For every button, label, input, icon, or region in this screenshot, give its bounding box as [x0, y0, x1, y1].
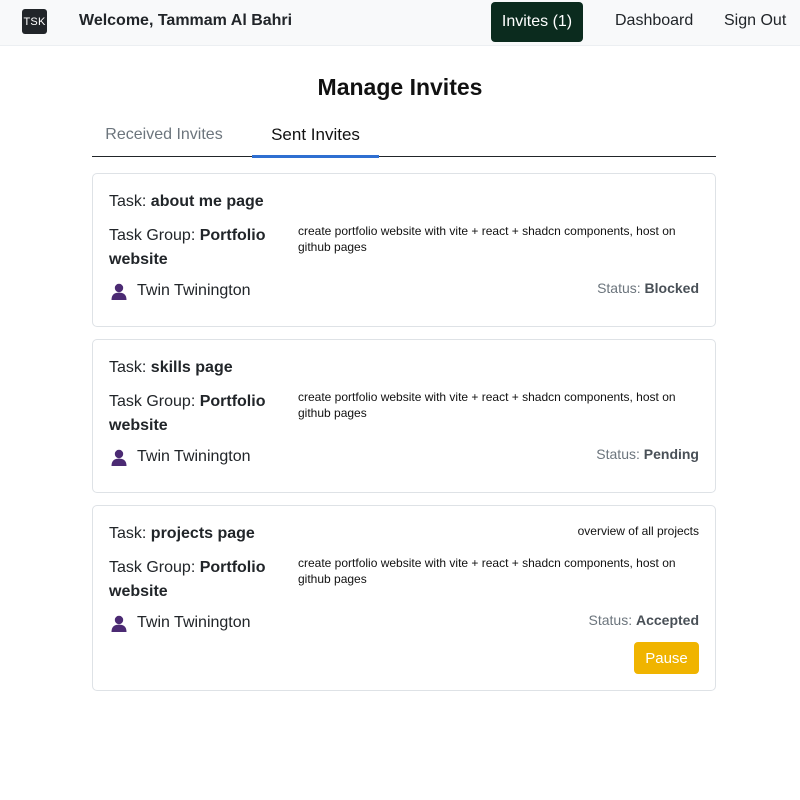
- invite-card: Task: projects page overview of all proj…: [92, 505, 716, 691]
- task-group-description: create portfolio website with vite + rea…: [298, 556, 676, 586]
- task-group: Task Group: Portfolio website: [109, 390, 279, 438]
- assignee-name: Twin Twinington: [137, 614, 251, 631]
- invite-tabs: Received Invites Sent Invites: [92, 113, 716, 158]
- assignee: Twin Twinington: [111, 446, 251, 468]
- status: Status: Accepted: [589, 612, 700, 628]
- task-group-label: Task Group:: [109, 227, 200, 244]
- sign-out-link[interactable]: Sign Out: [724, 12, 786, 30]
- task-group-label: Task Group:: [109, 393, 200, 410]
- status: Status: Blocked: [597, 280, 699, 296]
- task-group-label: Task Group:: [109, 559, 200, 576]
- user-icon: [111, 449, 127, 466]
- invite-card: Task: skills page Task Group: Portfolio …: [92, 339, 716, 493]
- task-group-description: create portfolio website with vite + rea…: [298, 224, 676, 254]
- invites-button[interactable]: Invites (1): [491, 2, 583, 42]
- task-group-description: create portfolio website with vite + rea…: [298, 390, 676, 420]
- assignee: Twin Twinington: [111, 280, 251, 302]
- task-group: Task Group: Portfolio website: [109, 556, 279, 604]
- tab-sent-invites[interactable]: Sent Invites: [252, 113, 379, 158]
- task-group: Task Group: Portfolio website: [109, 224, 279, 272]
- assignee: Twin Twinington: [111, 612, 251, 634]
- status-value: Blocked: [644, 280, 699, 296]
- status-label: Status:: [596, 446, 644, 462]
- task-name: Task: about me page: [109, 193, 264, 211]
- task-description: overview of all projects: [577, 524, 699, 538]
- user-icon: [111, 283, 127, 300]
- status: Status: Pending: [596, 446, 699, 462]
- page-title: Manage Invites: [317, 74, 483, 100]
- assignee-name: Twin Twinington: [137, 448, 251, 465]
- invite-card: Task: about me page Task Group: Portfoli…: [92, 173, 716, 327]
- task-title: projects page: [150, 525, 255, 542]
- pause-button[interactable]: Pause: [634, 642, 699, 674]
- task-label: Task:: [109, 359, 151, 376]
- assignee-name: Twin Twinington: [137, 282, 251, 299]
- task-label: Task:: [109, 193, 151, 210]
- status-value: Pending: [643, 446, 699, 462]
- app-logo[interactable]: TSK: [22, 9, 47, 34]
- status-value: Accepted: [635, 612, 699, 628]
- navbar: TSK Welcome, Tammam Al Bahri Invites (1)…: [0, 0, 800, 46]
- status-label: Status:: [588, 612, 636, 628]
- task-title: about me page: [150, 193, 264, 210]
- user-icon: [111, 615, 127, 632]
- tab-received-invites[interactable]: Received Invites: [92, 113, 236, 156]
- welcome-text: Welcome, Tammam Al Bahri: [79, 12, 293, 29]
- task-name: Task: projects page: [109, 525, 255, 543]
- status-label: Status:: [597, 280, 645, 296]
- task-title: skills page: [150, 359, 233, 376]
- task-label: Task:: [109, 525, 151, 542]
- dashboard-link[interactable]: Dashboard: [615, 12, 693, 30]
- task-name: Task: skills page: [109, 359, 233, 377]
